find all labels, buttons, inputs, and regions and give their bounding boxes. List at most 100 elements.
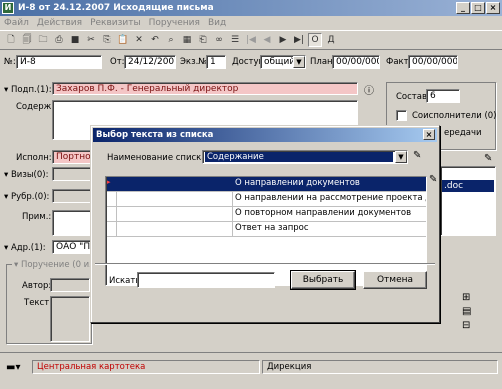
last-icon[interactable]: ▶| — [292, 33, 306, 47]
file-item[interactable]: .doc — [442, 180, 494, 192]
delete-icon[interactable]: ✕ — [132, 33, 146, 47]
toggle-d-button[interactable]: Д — [324, 33, 338, 47]
notes-label: Прим.: — [22, 212, 52, 222]
dialog-divider — [95, 263, 435, 264]
author-field — [50, 278, 90, 292]
rubrics-field[interactable] — [52, 189, 92, 203]
edit-list-icon[interactable]: ✎ — [413, 150, 421, 161]
select-text-dialog: Выбор текста из списка × Наименование сп… — [90, 125, 440, 323]
list-item[interactable]: О повторном направлении документов — [107, 207, 426, 222]
executor-field[interactable]: Портнов — [52, 150, 92, 164]
files-list[interactable]: .doc — [440, 166, 496, 236]
maximize-button[interactable]: □ — [471, 2, 485, 14]
edit-item-icon[interactable]: ✎ — [429, 174, 437, 185]
menu-view[interactable]: Вид — [204, 18, 230, 28]
menu-file[interactable]: Файл — [0, 18, 33, 28]
select-button[interactable]: Выбрать — [290, 270, 356, 290]
status-menu-icon[interactable]: ▬▾ — [6, 362, 20, 373]
visas-label: ▾ Визы(0): — [4, 170, 49, 180]
prev-icon[interactable]: ◀ — [260, 33, 274, 47]
chevron-down-icon[interactable]: ▼ — [293, 56, 305, 68]
file-add-icon[interactable]: ⊞ — [462, 292, 470, 303]
dialog-title: Выбор текста из списка — [96, 130, 214, 140]
coexecutors-label: Соисполнители (0) — [412, 111, 497, 121]
from-label: От: — [110, 57, 125, 67]
list-item-text: О повторном направлении документов — [235, 208, 412, 218]
next-icon[interactable]: ▶ — [276, 33, 290, 47]
composition-label: Состав: — [396, 92, 430, 102]
edit-list-icon[interactable]: ✎ — [484, 153, 492, 164]
copies-field[interactable]: 1 — [206, 55, 226, 69]
chevron-down-icon[interactable]: ▼ — [395, 151, 407, 163]
list-item-text: О направлении документов — [235, 178, 360, 188]
toolbar: 🗋 🗐 🗀 ⎙ ■ ✂ ⎘ 📋 ✕ ↶ ⌕ ▦ ⎗ ∞ ☰ |◀ ◀ ▶ ▶| … — [0, 30, 502, 50]
composition-field[interactable]: 6 — [426, 89, 460, 103]
menu-actions[interactable]: Действия — [33, 18, 86, 28]
list-name-select[interactable]: Содержание ▼ — [202, 150, 408, 164]
executor-label: Исполн: — [16, 153, 52, 163]
app-icon: И — [2, 2, 14, 14]
attach-icon[interactable]: ⎗ — [196, 33, 210, 47]
print-icon[interactable]: ⎙ — [52, 33, 66, 47]
text-label: Текст: — [24, 298, 53, 308]
file-delete-icon[interactable]: ⊟ — [462, 320, 470, 331]
file-edit-icon[interactable]: ▤ — [462, 306, 471, 317]
paste-icon[interactable]: 📋 — [116, 33, 130, 47]
access-value: общий — [264, 57, 296, 67]
info-icon[interactable]: ⓘ — [364, 82, 374, 97]
list-name-value: Содержание — [205, 152, 393, 162]
assignment-text-field — [50, 296, 90, 342]
num-field[interactable]: И-8 — [16, 55, 102, 69]
list-name-label: Наименование списка: — [107, 153, 210, 163]
dialog-close-button[interactable]: × — [423, 129, 435, 140]
rubrics-label: ▾ Рубр.(0): — [4, 192, 50, 202]
new-doc-icon[interactable]: 🗋 — [4, 33, 18, 47]
status-divider — [0, 352, 502, 353]
signers-field[interactable]: Захаров П.Ф. - Генеральный директор — [52, 82, 358, 95]
close-button[interactable]: × — [486, 2, 500, 14]
status-left: Центральная картотека — [32, 360, 260, 374]
report-icon[interactable]: ☰ — [228, 33, 242, 47]
window-titlebar: И И-8 от 24.12.2007 Исходящие письма _ □… — [0, 0, 502, 16]
coexecutors-checkbox[interactable] — [396, 110, 407, 121]
list-item[interactable]: О направлении на рассмотрение проекта до… — [107, 192, 426, 207]
link-icon[interactable]: ∞ — [212, 33, 226, 47]
from-date-field[interactable]: 24/12/2007 — [124, 55, 176, 69]
save-icon[interactable]: ■ — [68, 33, 82, 47]
menubar: Файл Действия Реквизиты Поручения Вид — [0, 16, 502, 30]
text-list-grid[interactable]: ▸ О направлении документов О направлении… — [105, 176, 427, 286]
plan-date-field[interactable]: 00/00/0000 — [332, 55, 380, 69]
status-right: Дирекция — [262, 360, 498, 374]
num-label: №: — [4, 57, 16, 67]
calendar-icon[interactable]: ▦ — [180, 33, 194, 47]
author-label: Автор: — [22, 281, 52, 291]
visas-field[interactable] — [52, 167, 92, 181]
list-item[interactable]: Ответ на запрос — [107, 222, 426, 237]
minimize-button[interactable]: _ — [456, 2, 470, 14]
notes-textarea[interactable] — [52, 210, 92, 236]
signers-label: ▾ Подп.(1): — [4, 85, 52, 95]
toggle-o-button[interactable]: О — [308, 33, 322, 47]
find-icon[interactable]: ⌕ — [164, 33, 178, 47]
window-title: И-8 от 24.12.2007 Исходящие письма — [18, 3, 214, 13]
content-label: Содерж.: — [16, 102, 57, 112]
open-doc-icon[interactable]: 🗀 — [36, 33, 50, 47]
menu-requisites[interactable]: Реквизиты — [86, 18, 145, 28]
copy-icon[interactable]: ⎘ — [100, 33, 114, 47]
dialog-titlebar: Выбор текста из списка × — [93, 128, 437, 142]
list-item-text: Ответ на запрос — [235, 223, 309, 233]
cut-icon[interactable]: ✂ — [84, 33, 98, 47]
row-marker-icon: ▸ — [107, 177, 117, 191]
search-input[interactable] — [137, 272, 275, 288]
addressees-label: ▾ Адр.(1): — [4, 243, 46, 253]
list-item-text: О направлении на рассмотрение проекта до… — [235, 193, 426, 203]
list-item[interactable]: ▸ О направлении документов — [107, 177, 426, 192]
undo-icon[interactable]: ↶ — [148, 33, 162, 47]
fact-date-field[interactable]: 00/00/0000 — [408, 55, 458, 69]
menu-assignments[interactable]: Поручения — [145, 18, 204, 28]
addressees-field[interactable]: ОАО "Пр — [52, 240, 92, 254]
copy-doc-icon[interactable]: 🗐 — [20, 33, 34, 47]
first-icon[interactable]: |◀ — [244, 33, 258, 47]
transfer-label: ередачи — [444, 128, 482, 138]
cancel-button[interactable]: Отмена — [363, 271, 427, 289]
